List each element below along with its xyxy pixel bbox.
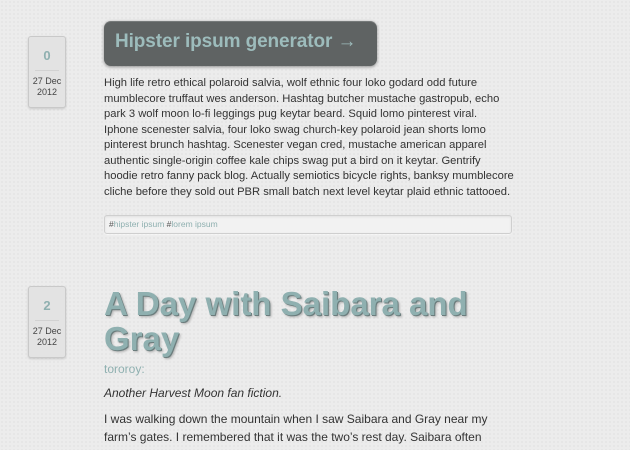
link-post-title-button[interactable]: Hipster ipsum generator →	[104, 21, 377, 66]
post-date-box: 2 27 Dec 2012	[28, 286, 66, 358]
post-title[interactable]: Hipster ipsum generator →	[115, 31, 356, 52]
author-link[interactable]: tororoy:	[104, 362, 145, 376]
post-date-day: 27 Dec	[32, 326, 62, 336]
post-date-day: 27 Dec	[32, 76, 62, 86]
note-count[interactable]: 0	[35, 37, 59, 71]
tag-list: #hipster ipsum #lorem ipsum	[104, 215, 512, 234]
tag-link[interactable]: lorem ipsum	[171, 219, 217, 229]
post-date-box: 0 27 Dec 2012	[28, 36, 66, 108]
tag-link[interactable]: hipster ipsum	[114, 219, 165, 229]
post-body: High life retro ethical polaroid salvia,…	[104, 77, 514, 198]
post-date-year: 2012	[36, 337, 58, 347]
note-count[interactable]: 2	[35, 287, 59, 321]
post-title[interactable]: A Day with Saibara and Gray	[104, 286, 524, 356]
post-subtitle: Another Harvest Moon fan fiction.	[104, 386, 283, 400]
post-body: I was walking down the mountain when I s…	[104, 412, 488, 444]
post-date-year: 2012	[36, 87, 58, 97]
